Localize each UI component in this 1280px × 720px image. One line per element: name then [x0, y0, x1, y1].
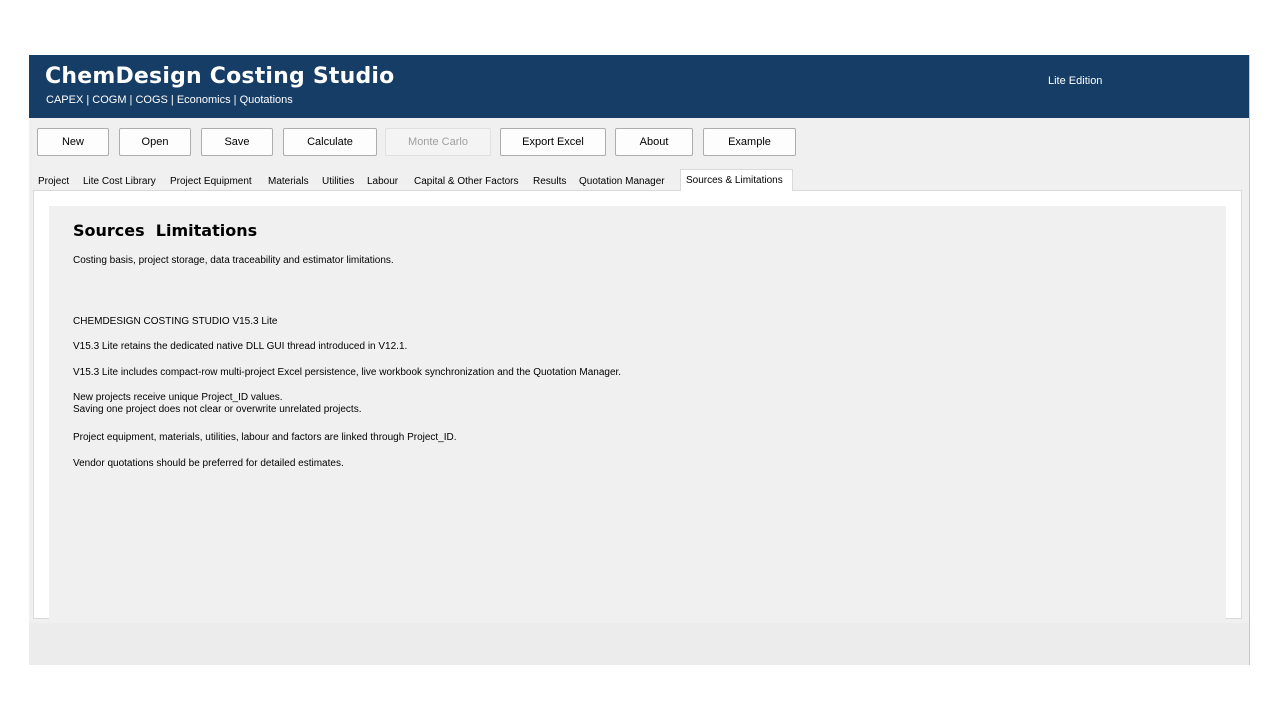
tab-strip: Project Lite Cost Library Project Equipm… [33, 169, 1244, 191]
tab-quotation-manager[interactable]: Quotation Manager [577, 172, 665, 191]
export-excel-button[interactable]: Export Excel [500, 128, 606, 156]
info-line: V15.3 Lite includes compact-row multi-pr… [73, 367, 622, 378]
tab-project-equipment[interactable]: Project Equipment [168, 172, 252, 191]
toolbar: New Open Save Calculate Monte Carlo Expo… [29, 118, 1250, 165]
section-title: Sources Limitations [73, 221, 258, 240]
monte-carlo-button[interactable]: Monte Carlo [385, 128, 491, 156]
open-button[interactable]: Open [119, 128, 191, 156]
tab-lite-cost-library[interactable]: Lite Cost Library [81, 172, 156, 191]
content-panel: Sources Limitations Costing basis, proje… [49, 206, 1226, 620]
info-line: Vendor quotations should be preferred fo… [73, 458, 344, 469]
version-heading: CHEMDESIGN COSTING STUDIO V15.3 Lite [73, 316, 278, 327]
tab-capital-other-factors[interactable]: Capital & Other Factors [412, 172, 518, 191]
app-title: ChemDesign Costing Studio [45, 64, 395, 89]
info-line: Saving one project does not clear or ove… [73, 404, 362, 415]
example-button[interactable]: Example [703, 128, 796, 156]
window-edge [1249, 55, 1250, 665]
save-button[interactable]: Save [201, 128, 273, 156]
info-line: Project equipment, materials, utilities,… [73, 432, 457, 443]
new-button[interactable]: New [37, 128, 109, 156]
info-line: New projects receive unique Project_ID v… [73, 392, 283, 403]
tab-utilities[interactable]: Utilities [320, 172, 354, 191]
tab-sources-limitations[interactable]: Sources & Limitations [680, 169, 793, 191]
app-header: ChemDesign Costing Studio CAPEX | COGM |… [29, 55, 1250, 118]
tab-results[interactable]: Results [531, 172, 566, 191]
about-button[interactable]: About [615, 128, 693, 156]
edition-label: Lite Edition [1048, 75, 1103, 87]
tab-project[interactable]: Project [36, 172, 69, 191]
section-subtitle: Costing basis, project storage, data tra… [73, 255, 394, 266]
app-window: ChemDesign Costing Studio CAPEX | COGM |… [29, 55, 1250, 665]
app-subtitle: CAPEX | COGM | COGS | Economics | Quotat… [46, 94, 293, 106]
tab-page-sources-limitations: Sources Limitations Costing basis, proje… [33, 190, 1242, 620]
info-line: V15.3 Lite retains the dedicated native … [73, 341, 408, 352]
tab-materials[interactable]: Materials [266, 172, 309, 191]
status-bar [29, 623, 1250, 665]
calculate-button[interactable]: Calculate [283, 128, 377, 156]
tab-labour[interactable]: Labour [365, 172, 398, 191]
